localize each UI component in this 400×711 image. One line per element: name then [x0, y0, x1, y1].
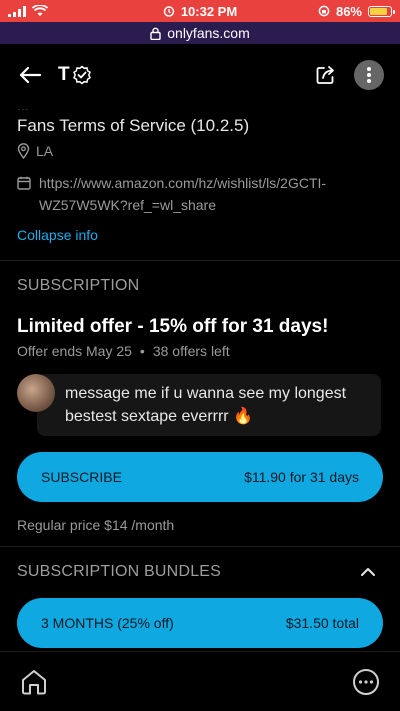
collapse-info-link[interactable]: Collapse info — [17, 227, 98, 243]
profile-name-text: T — [58, 64, 70, 85]
share-icon — [316, 66, 334, 84]
home-icon[interactable] — [20, 669, 48, 695]
browser-url: onlyfans.com — [167, 25, 250, 41]
avatar[interactable] — [17, 374, 55, 412]
subscription-heading: SUBSCRIPTION — [17, 277, 140, 294]
more-options-button[interactable] — [354, 60, 384, 90]
location-row: LA — [17, 143, 53, 159]
battery-icon — [368, 5, 395, 17]
regular-price: Regular price $14 /month — [17, 517, 175, 533]
offer-title: Limited offer - 15% off for 31 days! — [17, 316, 329, 337]
browser-url-bar[interactable]: onlyfans.com — [0, 22, 400, 44]
battery-percent: 86% — [335, 3, 362, 19]
subscribe-price: $11.90 for 31 days — [244, 469, 359, 485]
wifi-icon — [32, 5, 48, 16]
wishlist-link[interactable]: https://www.amazon.com/hz/wishlist/ls/2G… — [39, 172, 377, 216]
meta-separator: • — [139, 343, 145, 359]
profile-name: T — [58, 64, 92, 86]
chevron-up-icon[interactable] — [358, 562, 378, 582]
location-pin-icon — [17, 143, 30, 159]
bottom-nav — [0, 651, 400, 711]
share-button[interactable] — [312, 61, 340, 89]
more-vertical-icon — [367, 67, 371, 83]
cut-off-text: ... — [17, 106, 377, 110]
rotation-lock-icon — [318, 5, 330, 17]
divider — [0, 260, 400, 261]
bundle-label: 3 MONTHS (25% off) — [41, 615, 174, 631]
offers-left: 38 offers left — [152, 343, 230, 359]
location-text: LA — [36, 143, 54, 159]
message-bubble: message me if u wanna see my longest bes… — [37, 374, 381, 436]
back-button[interactable] — [16, 61, 44, 89]
arrow-left-icon — [19, 66, 41, 84]
subscribe-label: SUBSCRIBE — [41, 469, 122, 485]
creator-message: message me if u wanna see my longest bes… — [17, 374, 381, 436]
profile-content[interactable]: ... Fans Terms of Service (10.2.5) LA ht… — [0, 106, 400, 651]
signal-icon — [8, 5, 26, 17]
profile-header: T — [0, 44, 400, 106]
bundle-3-months-button[interactable]: 3 MONTHS (25% off) $31.50 total — [17, 598, 383, 648]
bundles-heading: SUBSCRIPTION BUNDLES — [17, 563, 222, 580]
subscribe-button[interactable]: SUBSCRIBE $11.90 for 31 days — [17, 452, 383, 502]
wishlist-link-row: https://www.amazon.com/hz/wishlist/ls/2G… — [17, 172, 377, 216]
more-horizontal-icon[interactable] — [352, 668, 380, 696]
calendar-icon — [17, 176, 31, 190]
alarm-icon — [163, 6, 175, 17]
divider — [0, 546, 400, 547]
offer-meta: Offer ends May 25 • 38 offers left — [17, 343, 230, 359]
bundle-price: $31.50 total — [285, 615, 359, 631]
verified-badge-icon — [72, 65, 91, 85]
offer-ends: Offer ends May 25 — [17, 343, 132, 359]
status-time: 10:32 PM — [180, 3, 238, 19]
lock-icon — [150, 27, 161, 40]
battery-level — [370, 7, 388, 15]
status-bar: 10:32 PM 86% — [0, 0, 400, 22]
terms-text: Fans Terms of Service (10.2.5) — [17, 116, 250, 135]
